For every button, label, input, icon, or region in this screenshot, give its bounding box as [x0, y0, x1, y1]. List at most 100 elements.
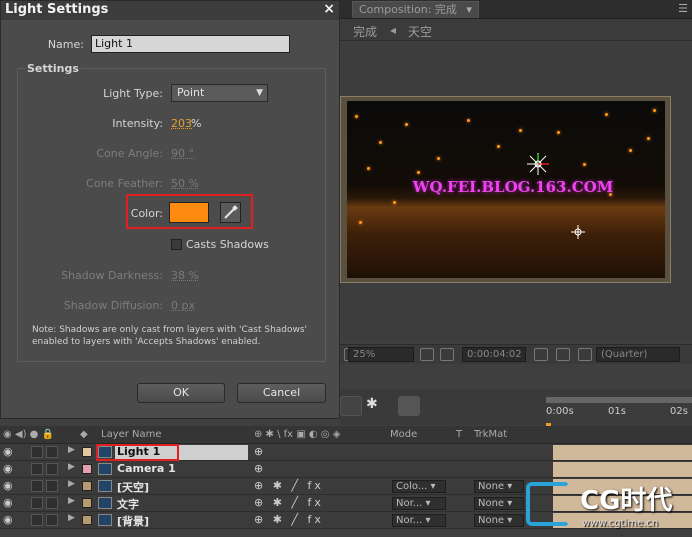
color-swatch[interactable] [169, 202, 209, 223]
color-channel-icon[interactable] [578, 348, 592, 361]
watermark-url: www.cgtime.cn [582, 518, 659, 529]
trkmat-select[interactable]: None ▾ [474, 514, 524, 527]
grid-icon[interactable] [440, 348, 454, 361]
watermark: CG时代 www.cgtime.cn [526, 478, 692, 537]
eye-icon[interactable]: ◉ [3, 496, 13, 509]
settings-group-label: Settings [25, 62, 81, 75]
frame-blending-icon[interactable] [424, 396, 446, 416]
lock-switch[interactable] [46, 463, 58, 475]
trkmat-select[interactable]: None ▾ [474, 480, 524, 493]
breadcrumb-next[interactable]: 天空 [408, 23, 432, 40]
lock-switch[interactable] [46, 446, 58, 458]
color-label: Color: [130, 207, 163, 220]
eye-icon[interactable]: ◉ [3, 513, 13, 526]
resolution-select[interactable]: (Quarter) [596, 347, 680, 362]
ruler-tick: 02s [670, 406, 688, 417]
zoom-select[interactable]: 25% [348, 347, 414, 362]
layer-switches-icons[interactable]: ⊕ ✱ ╱ fx [254, 479, 324, 492]
column-mode[interactable]: Mode [390, 429, 417, 440]
blend-mode-select[interactable]: Colo... ▾ [392, 480, 446, 493]
blend-mode-value: Nor... [396, 498, 423, 509]
label-color-chip[interactable] [82, 481, 92, 491]
solo-switch[interactable] [31, 514, 43, 526]
column-t[interactable]: T [456, 429, 462, 440]
panel-menu-icon[interactable]: ☰ [678, 2, 688, 15]
solo-switch[interactable] [31, 446, 43, 458]
trkmat-select[interactable]: None ▾ [474, 497, 524, 510]
blend-mode-select[interactable]: Nor... ▾ [392, 497, 446, 510]
graph-editor-icon[interactable] [510, 396, 532, 416]
work-area-bar[interactable] [546, 397, 692, 403]
layer-switches-icons[interactable]: ⊕ ✱ ╱ fx [254, 496, 324, 509]
layer-name[interactable]: [天空] [117, 479, 149, 495]
column-layer-name[interactable]: Layer Name [101, 429, 162, 440]
layer-switches-icons[interactable]: ⊕ [254, 445, 266, 458]
timeline-switch-icon[interactable] [340, 396, 362, 416]
draft-3d-icon[interactable]: ✱ [366, 396, 388, 416]
lock-switch[interactable] [46, 514, 58, 526]
ok-button[interactable]: OK [137, 383, 225, 403]
name-label: Name: [47, 38, 84, 51]
layer-switches-icons[interactable]: ⊕ ✱ ╱ fx [254, 513, 324, 526]
casts-shadows-checkbox[interactable] [171, 239, 182, 250]
show-channel-icon[interactable] [556, 348, 570, 361]
solo-switch[interactable] [31, 463, 43, 475]
chevron-down-icon: ▼ [256, 88, 263, 98]
layer-row[interactable]: ◉ ▶ Camera 1 ⊕ [0, 461, 692, 478]
twirl-arrow-icon[interactable]: ▶ [68, 496, 75, 506]
cone-feather-label: Cone Feather: [86, 177, 163, 190]
label-color-chip[interactable] [82, 515, 92, 525]
breadcrumb-arrow-icon: ◂ [390, 23, 397, 37]
tab-close-icon[interactable]: ▾ [466, 3, 472, 16]
layer-name[interactable]: 文字 [117, 496, 139, 512]
timecode-display[interactable]: 0:00:04:02 [462, 347, 526, 362]
solo-switch[interactable] [31, 497, 43, 509]
light-gizmo-icon[interactable] [525, 151, 551, 177]
intensity-value[interactable]: 203 [171, 117, 192, 130]
lock-switch[interactable] [46, 480, 58, 492]
composition-render[interactable]: WQ.FEI.BLOG.163.COM [347, 101, 665, 278]
layer-duration-bar[interactable] [553, 445, 692, 460]
casts-shadows-label[interactable]: Casts Shadows [186, 238, 269, 251]
label-color-chip[interactable] [82, 498, 92, 508]
name-field[interactable]: Light 1 [91, 35, 290, 53]
label-color-chip[interactable] [82, 447, 92, 457]
av-features-icon: ◉ ◀) ● 🔒 [3, 429, 55, 440]
twirl-arrow-icon[interactable]: ▶ [68, 462, 75, 472]
layer-duration-bar[interactable] [553, 462, 692, 477]
breadcrumb-current[interactable]: 完成 [353, 23, 377, 40]
eyedropper-icon[interactable] [220, 202, 241, 223]
brainstorm-icon[interactable] [484, 396, 506, 416]
twirl-arrow-icon[interactable]: ▶ [68, 479, 75, 489]
column-trkmat[interactable]: TrkMat [474, 429, 507, 440]
safe-margins-icon[interactable] [420, 348, 434, 361]
layer-type-icon [98, 514, 112, 526]
layer-switches-icons[interactable]: ⊕ [254, 462, 266, 475]
shy-layers-icon[interactable] [398, 396, 420, 416]
lock-switch[interactable] [46, 497, 58, 509]
close-icon[interactable]: × [323, 1, 335, 17]
time-ruler[interactable]: 0:00s 01s 02s [546, 395, 692, 425]
cancel-button[interactable]: Cancel [237, 383, 326, 403]
layer-name[interactable]: [背景] [117, 513, 149, 529]
eye-icon[interactable]: ◉ [3, 479, 13, 492]
dialog-titlebar[interactable]: Light Settings × [1, 1, 339, 20]
solo-switch[interactable] [31, 480, 43, 492]
motion-blur-icon[interactable] [450, 396, 472, 416]
twirl-arrow-icon[interactable]: ▶ [68, 513, 75, 523]
eye-icon[interactable]: ◉ [3, 445, 13, 458]
ruler-tick: 01s [608, 406, 626, 417]
light-type-select[interactable]: Point ▼ [171, 84, 268, 102]
layer-type-icon [98, 480, 112, 492]
timecode-value: 0:00:04:02 [467, 349, 522, 360]
layer-name[interactable]: Camera 1 [117, 462, 176, 475]
twirl-arrow-icon[interactable]: ▶ [68, 445, 75, 455]
composition-tab[interactable]: Composition: 完成 ▾ [352, 1, 479, 18]
watermark-brand: CG时代 [580, 486, 673, 516]
eye-icon[interactable]: ◉ [3, 462, 13, 475]
snapshot-icon[interactable] [534, 348, 548, 361]
label-color-chip[interactable] [82, 464, 92, 474]
blend-mode-select[interactable]: Nor... ▾ [392, 514, 446, 527]
point-of-interest-icon[interactable] [571, 225, 585, 239]
scene-text: WQ.FEI.BLOG.163.COM [412, 178, 614, 196]
